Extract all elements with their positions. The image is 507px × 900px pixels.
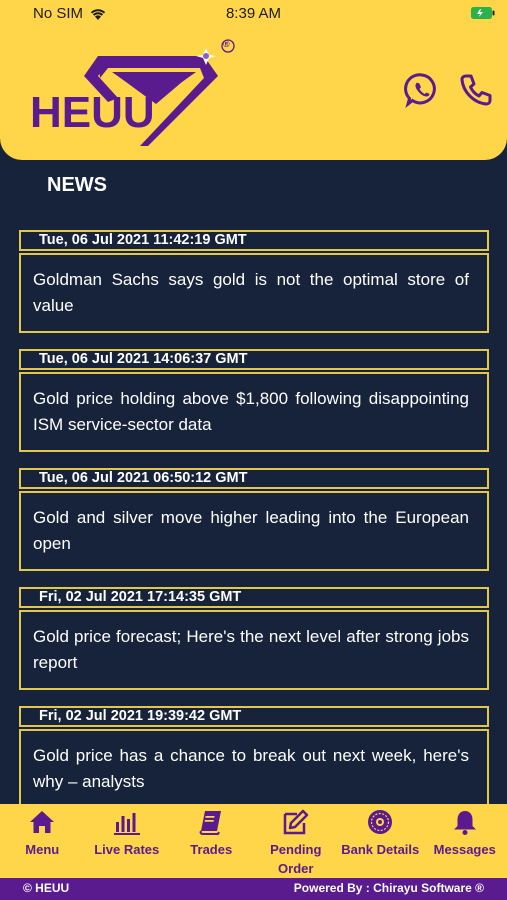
news-card[interactable]: Tue, 06 Jul 2021 06:50:12 GMT Gold and s… bbox=[19, 468, 489, 571]
brand-text: HEUU bbox=[30, 88, 155, 137]
tab-messages[interactable]: Messages bbox=[423, 804, 507, 878]
news-list: Tue, 06 Jul 2021 11:42:19 GMT Goldman Sa… bbox=[19, 230, 489, 825]
app-header: ® HEUU bbox=[0, 26, 507, 160]
news-date: Fri, 02 Jul 2021 19:39:42 GMT bbox=[19, 706, 489, 727]
bank-seal-icon bbox=[368, 810, 393, 834]
news-headline: Gold price holding above $1,800 followin… bbox=[19, 372, 489, 452]
tab-label: Messages bbox=[433, 842, 496, 857]
news-headline: Gold price has a chance to break out nex… bbox=[19, 729, 489, 809]
tab-live-rates[interactable]: Live Rates bbox=[85, 804, 170, 878]
tab-menu[interactable]: Menu bbox=[0, 804, 85, 878]
page-title: NEWS bbox=[47, 174, 107, 196]
news-card[interactable]: Tue, 06 Jul 2021 14:06:37 GMT Gold price… bbox=[19, 349, 489, 452]
news-card[interactable]: Fri, 02 Jul 2021 17:14:35 GMT Gold price… bbox=[19, 587, 489, 690]
registered-mark: ® bbox=[223, 39, 230, 49]
whatsapp-icon bbox=[404, 73, 436, 108]
powered-by-text: Powered By : Chirayu Software ® bbox=[293, 881, 484, 895]
edit-icon bbox=[283, 809, 308, 835]
news-headline: Gold and silver move higher leading into… bbox=[19, 491, 489, 571]
bottom-tab-bar: Menu Live Rates Trades Pending Order Ban… bbox=[0, 804, 507, 878]
tab-pending-order[interactable]: Pending Order bbox=[254, 804, 339, 878]
news-date: Tue, 06 Jul 2021 11:42:19 GMT bbox=[19, 230, 489, 251]
news-card[interactable]: Fri, 02 Jul 2021 19:39:42 GMT Gold price… bbox=[19, 706, 489, 809]
news-date: Tue, 06 Jul 2021 14:06:37 GMT bbox=[19, 349, 489, 370]
tab-label: Bank Details bbox=[341, 842, 420, 857]
status-time: 8:39 AM bbox=[225, 5, 282, 22]
book-icon bbox=[199, 811, 222, 835]
home-icon bbox=[30, 811, 55, 833]
news-card[interactable]: Tue, 06 Jul 2021 11:42:19 GMT Goldman Sa… bbox=[19, 230, 489, 333]
footer-bar: © HEUU Powered By : Chirayu Software ® bbox=[0, 878, 507, 900]
call-button[interactable] bbox=[458, 72, 498, 112]
tab-trades[interactable]: Trades bbox=[169, 804, 254, 878]
tab-label: Trades bbox=[190, 842, 233, 857]
tab-label: Live Rates bbox=[94, 842, 160, 857]
news-headline: Gold price forecast; Here's the next lev… bbox=[19, 610, 489, 690]
status-bar: No SIM 8:39 AM bbox=[0, 0, 507, 26]
phone-icon bbox=[460, 74, 492, 106]
battery-icon bbox=[471, 6, 495, 23]
tab-bank-details[interactable]: Bank Details bbox=[338, 804, 423, 878]
news-date: Tue, 06 Jul 2021 06:50:12 GMT bbox=[19, 468, 489, 489]
news-headline: Goldman Sachs says gold is not the optim… bbox=[19, 253, 489, 333]
bell-icon bbox=[453, 811, 476, 835]
brand-logo: ® HEUU bbox=[28, 38, 238, 156]
whatsapp-button[interactable] bbox=[404, 72, 444, 112]
tab-label: Pending Order bbox=[270, 842, 322, 876]
bar-chart-icon bbox=[113, 813, 140, 835]
copyright-text: © HEUU bbox=[23, 881, 70, 895]
tab-label: Menu bbox=[25, 842, 60, 857]
news-date: Fri, 02 Jul 2021 17:14:35 GMT bbox=[19, 587, 489, 608]
